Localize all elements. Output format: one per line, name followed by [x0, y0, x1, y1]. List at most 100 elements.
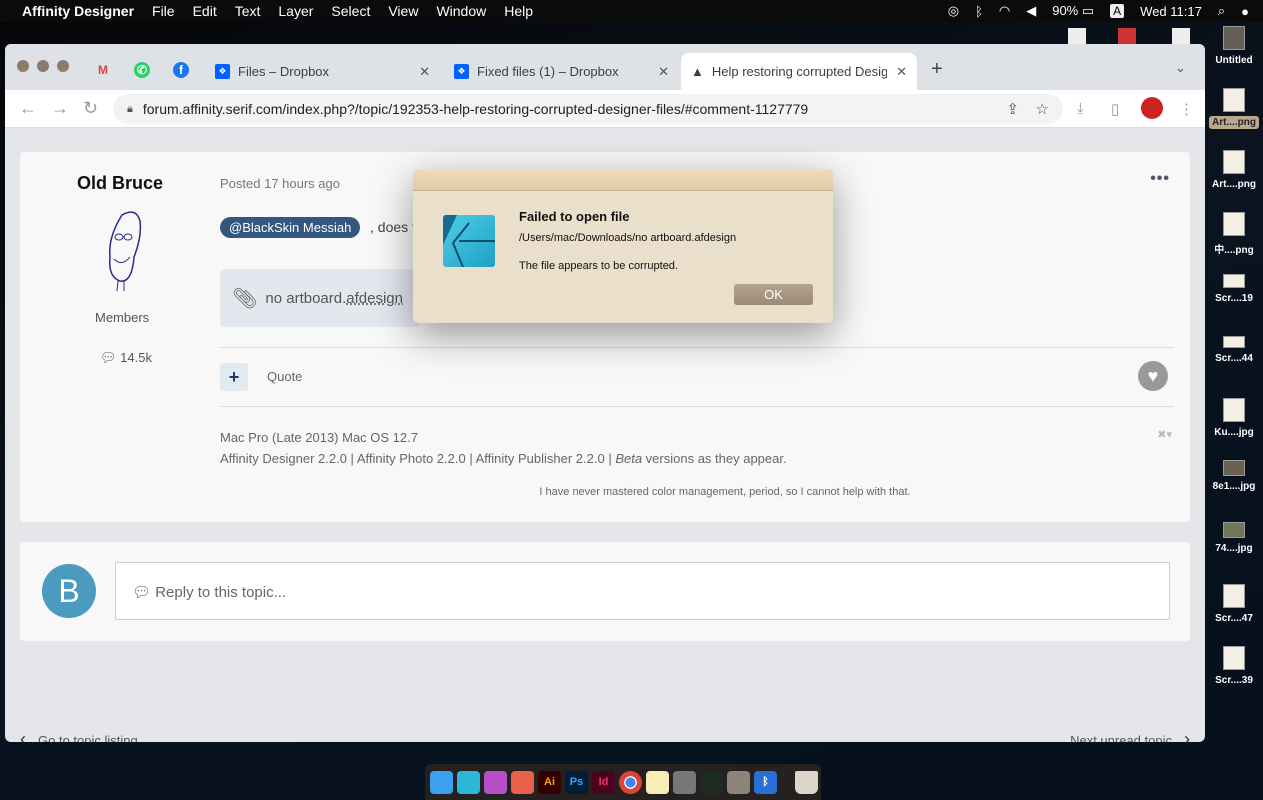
dialog-file-path: /Users/mac/Downloads/no artboard.afdesig… [519, 232, 737, 244]
desktop-icon[interactable]: 中....png [1205, 212, 1263, 274]
spotlight-icon[interactable]: ⌕ [1218, 3, 1225, 19]
author-name[interactable]: Old Bruce [77, 173, 163, 194]
dock-finder-icon[interactable] [430, 770, 453, 794]
bluetooth-icon[interactable]: ᛒ [975, 4, 983, 19]
share-icon[interactable]: ⇪ [1006, 100, 1019, 118]
tab-search-chevron-icon[interactable]: ⌄ [1175, 60, 1186, 76]
go-to-topic-listing-link[interactable]: ‹ Go to topic listing [20, 729, 138, 742]
menu-window[interactable]: Window [436, 3, 486, 19]
dock-chrome-icon[interactable] [619, 770, 642, 794]
app-menu[interactable]: Affinity Designer [22, 3, 134, 19]
next-unread-topic-link[interactable]: Next unread topic › [1070, 729, 1190, 742]
back-button[interactable]: ← [19, 98, 37, 119]
menu-file[interactable]: File [152, 3, 175, 19]
ok-button[interactable]: OK [734, 284, 813, 305]
input-source[interactable]: A [1110, 4, 1125, 18]
paperclip-icon: 📎︎ [232, 287, 258, 310]
pinned-tab-whatsapp[interactable]: ✆ [134, 62, 150, 78]
menu-select[interactable]: Select [331, 3, 370, 19]
desktop-icon[interactable]: Scr....47 [1205, 584, 1263, 646]
siri-icon[interactable]: ● [1241, 4, 1249, 19]
menu-view[interactable]: View [388, 3, 418, 19]
comment-icon: 💬︎ [132, 584, 152, 601]
attachment-link[interactable]: 📎︎ no artboard. afdesign [220, 269, 420, 327]
volume-icon[interactable]: ◀ [1026, 3, 1036, 19]
tab-help-restoring[interactable]: ▲ Help restoring corrupted Desig ✕ [681, 53, 917, 90]
pinned-tab-gmail[interactable]: M [95, 62, 111, 78]
desktop-icon[interactable]: 74....jpg [1205, 522, 1263, 584]
author-avatar[interactable] [102, 207, 152, 297]
more-options-icon[interactable]: ••• [1150, 170, 1170, 188]
zoom-window-button[interactable] [57, 60, 69, 72]
minimize-window-button[interactable] [37, 60, 49, 72]
desktop-icon[interactable]: Scr....39 [1205, 646, 1263, 708]
forward-button[interactable]: → [51, 98, 69, 119]
post-body: , does t [370, 219, 416, 235]
profile-avatar[interactable] [1141, 97, 1163, 119]
posted-time[interactable]: Posted 17 hours ago [220, 176, 340, 191]
multiquote-button[interactable]: + [220, 363, 248, 391]
dock-trash-icon[interactable] [795, 770, 818, 794]
chevron-left-icon: ‹ [20, 729, 26, 742]
reply-input[interactable]: 💬︎ Reply to this topic... [115, 562, 1170, 620]
dock-indesign-icon[interactable]: Id [592, 770, 615, 794]
close-tab-icon[interactable]: ✕ [419, 64, 430, 80]
desktop-icon[interactable]: Ku....jpg [1205, 398, 1263, 460]
clock[interactable]: Wed 11:17 [1140, 4, 1202, 19]
quote-button[interactable]: Quote [267, 369, 302, 384]
tab-strip: M ✆ f ❖ Files – Dropbox ✕ ❖ Fixed files (1)… [5, 44, 1205, 90]
dock-affinity-publisher-icon[interactable] [511, 770, 534, 794]
bookmark-star-icon[interactable]: ☆ [1036, 100, 1049, 118]
dock-illustrator-icon[interactable]: Ai [538, 770, 561, 794]
dock-system-preferences-icon[interactable] [673, 770, 696, 794]
side-panel-icon[interactable]: ▯ [1111, 100, 1119, 118]
file-thumbnail [1223, 336, 1245, 348]
creative-cloud-icon[interactable]: ◎ [948, 3, 959, 19]
dock-bluetooth-icon[interactable]: ᛒ [754, 770, 777, 794]
desktop-icon[interactable]: Scr....19 [1205, 274, 1263, 336]
mention-link[interactable]: @BlackSkin Messiah [220, 217, 361, 238]
desktop-icon[interactable]: Untitled [1205, 26, 1263, 88]
desktop-icon[interactable]: 8e1....jpg [1205, 460, 1263, 522]
battery-status[interactable]: 90% ▭ [1052, 3, 1094, 19]
menu-layer[interactable]: Layer [278, 3, 313, 19]
close-window-button[interactable] [17, 60, 29, 72]
tab-fixed-files-dropbox[interactable]: ❖ Fixed files (1) – Dropbox ✕ [444, 53, 679, 90]
hide-signature-icon[interactable]: ✖▾ [1157, 428, 1172, 441]
file-thumbnail [1223, 88, 1245, 112]
dock-affinity-photo-icon[interactable] [484, 770, 507, 794]
desktop-icon-label: Ku....jpg [1214, 427, 1254, 438]
desktop-icon[interactable]: Art....png [1205, 88, 1263, 150]
divider [220, 406, 1174, 407]
pinned-tab-facebook[interactable]: f [173, 62, 189, 78]
signature-line: Affinity Designer 2.2.0 | Affinity Photo… [220, 451, 787, 466]
menu-help[interactable]: Help [504, 3, 533, 19]
address-bar[interactable]: 🔒︎ forum.affinity.serif.com/index.php?/t… [113, 94, 1063, 124]
like-heart-icon[interactable]: ♥ [1138, 361, 1168, 391]
post-count-value: 14.5k [120, 350, 152, 365]
desktop-icon[interactable]: Art....png [1205, 150, 1263, 212]
dialog-titlebar [413, 169, 833, 191]
reload-button[interactable]: ↻ [83, 98, 98, 119]
tab-title: Files – Dropbox [238, 64, 330, 79]
dock-affinity-designer-icon[interactable] [457, 770, 480, 794]
desktop-icon[interactable]: Scr....44 [1205, 336, 1263, 398]
window-controls [17, 60, 69, 72]
dock-disk-utility-icon[interactable] [727, 770, 750, 794]
menu-edit[interactable]: Edit [193, 3, 217, 19]
new-tab-button[interactable]: + [931, 58, 943, 81]
dock-activity-monitor-icon[interactable] [700, 770, 723, 794]
close-tab-icon[interactable]: ✕ [658, 64, 669, 80]
dock-photoshop-icon[interactable]: Ps [565, 770, 588, 794]
author-role: Members [95, 310, 150, 325]
download-icon[interactable]: ⤓ [1077, 100, 1084, 117]
menu-text[interactable]: Text [235, 3, 261, 19]
next-link-label: Next unread topic [1070, 733, 1172, 742]
wifi-icon[interactable]: ◠ [999, 3, 1010, 19]
close-tab-icon[interactable]: ✕ [896, 64, 907, 80]
tab-files-dropbox[interactable]: ❖ Files – Dropbox ✕ [205, 53, 440, 90]
signature-italic: Beta [615, 451, 643, 466]
menu-kebab-icon[interactable]: ⋮ [1179, 100, 1194, 118]
user-avatar[interactable]: B [42, 564, 96, 618]
dock-notes-icon[interactable] [646, 770, 669, 794]
